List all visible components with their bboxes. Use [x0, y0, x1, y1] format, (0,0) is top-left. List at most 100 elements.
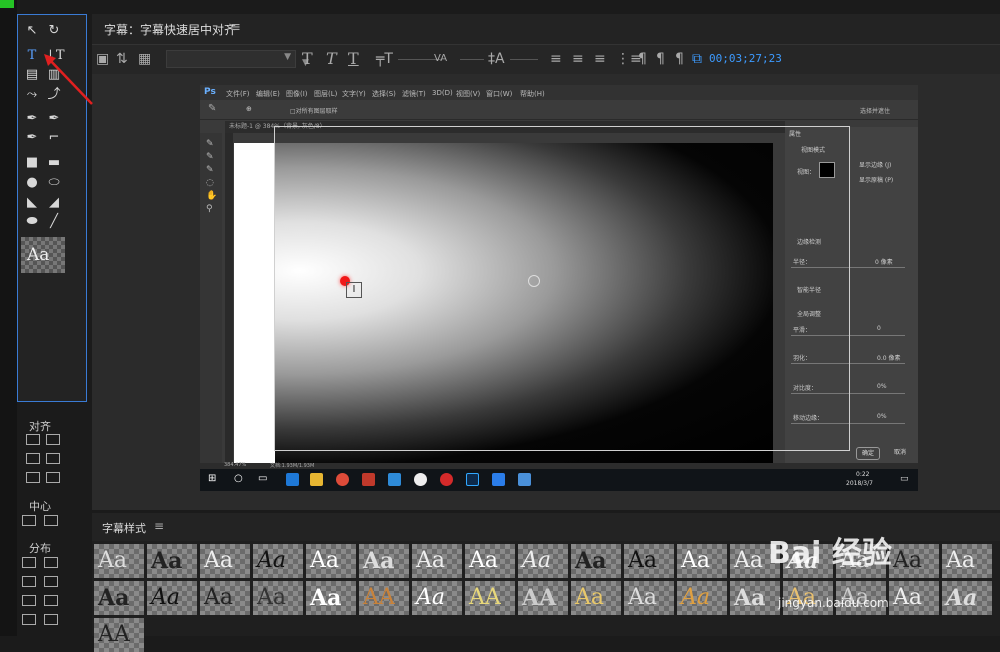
templates-icon[interactable]: ▦ — [138, 51, 151, 67]
zoom-icon[interactable]: ⚲ — [206, 204, 213, 214]
ps-sample-all-layers[interactable]: □对所有图层取样 — [290, 106, 338, 115]
title-style-swatch[interactable]: Aa — [306, 581, 356, 615]
ps-menu-view[interactable]: 视图(V) — [456, 89, 480, 99]
title-style-swatch[interactable]: Aa — [306, 544, 356, 578]
ps-menu-layer[interactable]: 图层(L) — [314, 89, 337, 99]
paragraph-icon[interactable]: ¶ — [675, 51, 684, 67]
roll-crawl-icon[interactable]: ⇅ — [116, 51, 128, 67]
line-tool-icon[interactable]: ╱ — [45, 214, 63, 230]
ps-smooth-value[interactable]: 0 — [877, 325, 881, 332]
hand-icon[interactable]: ✋ — [206, 191, 217, 201]
file-explorer-icon[interactable] — [310, 473, 323, 486]
font-size-icon[interactable]: ╤T — [376, 51, 393, 67]
app-icon[interactable] — [414, 473, 427, 486]
recorder-icon[interactable] — [440, 473, 453, 486]
ps-cancel-button[interactable]: 取消 — [888, 447, 912, 460]
title-style-swatch[interactable]: Aa — [147, 544, 197, 578]
title-style-swatch[interactable]: Aa — [624, 544, 674, 578]
edge-browser-icon[interactable] — [286, 473, 299, 486]
ps-menu-edit[interactable]: 编辑(E) — [256, 89, 280, 99]
title-style-swatch[interactable]: Aa — [624, 581, 674, 615]
chrome-icon[interactable] — [336, 473, 349, 486]
ps-select-and-mask[interactable]: 选择并遮住 — [860, 106, 890, 115]
rounded-corner-tool-icon[interactable]: ⬭ — [45, 175, 63, 191]
underline-icon[interactable]: T — [348, 49, 359, 68]
app-icon[interactable] — [362, 473, 375, 486]
clipped-rectangle-tool-icon[interactable]: ● — [23, 175, 41, 191]
timecode[interactable]: 00;03;27;23 — [709, 52, 782, 65]
align-vcenter-icon[interactable] — [46, 453, 60, 464]
font-family-select[interactable]: ▼ — [166, 50, 296, 68]
task-view-icon[interactable]: ▭ — [258, 473, 267, 484]
title-style-swatch[interactable]: AA — [465, 581, 515, 615]
ps-feather-value[interactable]: 0.0 像素 — [877, 353, 900, 362]
pen-tool-icon[interactable]: ✒ — [23, 111, 41, 127]
title-style-swatch[interactable]: Aa — [94, 581, 144, 615]
type-tool-icon[interactable]: T — [23, 48, 41, 64]
ps-show-edges[interactable]: 显示边缘 (J) — [859, 160, 891, 169]
notification-icon[interactable]: ▭ — [900, 474, 909, 484]
distribute-width-icon[interactable] — [22, 614, 36, 625]
ps-ok-button[interactable]: 确定 — [856, 447, 880, 460]
leading-field[interactable] — [510, 59, 538, 60]
title-style-swatch[interactable]: AA — [94, 618, 144, 652]
ps-radius-value[interactable]: 0 像素 — [875, 257, 893, 266]
distribute-left-icon[interactable] — [22, 557, 36, 568]
align-bottom-icon[interactable] — [46, 472, 60, 483]
distribute-right-icon[interactable] — [22, 595, 36, 606]
title-style-swatch[interactable]: Aa — [518, 544, 568, 578]
title-style-swatch[interactable]: Aa — [200, 581, 250, 615]
kerning-field[interactable] — [460, 59, 484, 60]
distribute-bottom-icon[interactable] — [44, 595, 58, 606]
ps-menu-3d[interactable]: 3D(D) — [432, 89, 453, 97]
ps-show-original[interactable]: 显示原稿 (P) — [859, 175, 893, 184]
title-style-swatch[interactable]: AA — [359, 581, 409, 615]
photoshop-taskbar-icon[interactable] — [466, 473, 479, 486]
cortana-icon[interactable]: ○ — [234, 473, 243, 484]
ellipse-tool-icon[interactable]: ⬬ — [23, 214, 41, 230]
title-style-swatch[interactable]: Aa — [412, 581, 462, 615]
ps-menu-select[interactable]: 选择(S) — [372, 89, 396, 99]
ps-option-zoom-icon[interactable]: ⊕ — [246, 105, 252, 113]
area-type-tool-icon[interactable]: ▤ — [23, 67, 41, 83]
title-style-swatch[interactable]: Aa — [253, 544, 303, 578]
styles-menu-icon[interactable]: ≡ — [154, 519, 164, 533]
ps-menu-help[interactable]: 帮助(H) — [520, 89, 545, 99]
delete-anchor-tool-icon[interactable]: ✒ — [45, 111, 63, 127]
distribute-hcenter-icon[interactable] — [22, 576, 36, 587]
path-type-tool-icon[interactable]: ⤳ — [23, 87, 41, 103]
title-style-swatch[interactable]: Aa — [571, 581, 621, 615]
align-right-icon[interactable] — [26, 472, 40, 483]
title-style-swatch[interactable]: AA — [518, 581, 568, 615]
align-text-right-icon[interactable]: ≡ — [594, 51, 606, 67]
title-style-swatch[interactable]: Aa — [359, 544, 409, 578]
center-horizontal-icon[interactable] — [22, 515, 36, 526]
distribute-top-icon[interactable] — [44, 557, 58, 568]
kerning-icon[interactable]: VA — [434, 53, 447, 64]
rounded-rectangle-tool-icon[interactable]: ▬ — [45, 155, 63, 171]
app-icon[interactable] — [492, 473, 505, 486]
windows-start-icon[interactable]: ⊞ — [208, 473, 216, 484]
ps-menu-filter[interactable]: 滤镜(T) — [402, 89, 426, 99]
app-icon[interactable] — [388, 473, 401, 486]
distribute-vcenter-icon[interactable] — [44, 576, 58, 587]
quick-selection-icon[interactable]: ✎ — [206, 139, 214, 149]
title-style-swatch[interactable]: Aa — [253, 581, 303, 615]
app-icon[interactable] — [518, 473, 531, 486]
title-style-swatch[interactable]: Aa — [147, 581, 197, 615]
add-anchor-tool-icon[interactable]: ✒ — [23, 130, 41, 146]
convert-anchor-tool-icon[interactable]: ⌐ — [45, 130, 63, 146]
title-style-swatch[interactable]: Aa — [412, 544, 462, 578]
brush-tool-icon[interactable]: ✎ — [206, 165, 214, 175]
align-hcenter-icon[interactable] — [26, 453, 40, 464]
ps-menu-file[interactable]: 文件(F) — [226, 89, 250, 99]
ps-shift-edge-value[interactable]: 0% — [877, 413, 887, 420]
italic-icon[interactable]: T — [326, 49, 337, 68]
ps-menu-window[interactable]: 窗口(W) — [486, 89, 512, 99]
leading-icon[interactable]: ‡A — [488, 51, 505, 67]
align-text-left-icon[interactable]: ≡ — [550, 51, 562, 67]
wedge-tool-icon[interactable]: ◣ — [23, 195, 41, 211]
lasso-icon[interactable]: ◌ — [206, 178, 214, 188]
ps-contrast-value[interactable]: 0% — [877, 383, 887, 390]
align-top-icon[interactable] — [46, 434, 60, 445]
